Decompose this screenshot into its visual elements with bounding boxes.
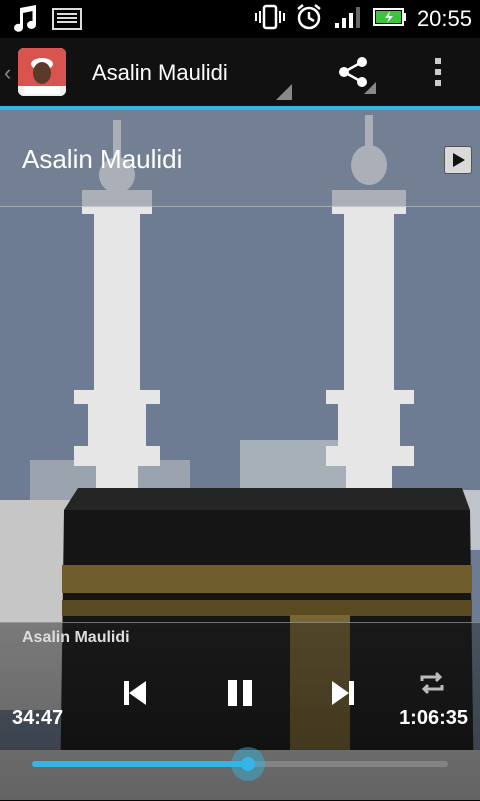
status-time: 20:55 [416,6,472,31]
track-header[interactable]: Asalin Maulidi [0,110,480,207]
status-bar: 20:55 [0,0,480,38]
share-button[interactable] [332,52,376,96]
next-button[interactable] [326,675,362,711]
share-icon [339,57,376,94]
seek-bar[interactable] [32,747,448,781]
play-icon [453,153,465,167]
overflow-menu-icon [435,58,441,86]
overflow-menu-button[interactable] [428,54,448,90]
battery-icon [372,7,407,32]
play-button[interactable] [444,146,472,174]
elapsed-time: 34:47 [12,707,64,729]
previous-button[interactable] [116,675,152,711]
repeat-button[interactable] [414,665,450,701]
alarm-icon [295,3,323,36]
music-note-icon [10,4,40,39]
dropdown-indicator-icon [276,84,292,100]
player-panel: Asalin Maulidi 34:47 1:06:35 [0,622,480,801]
track-title: Asalin Maulidi [22,144,183,174]
player-track-name: Asalin Maulidi [22,629,130,646]
total-time: 1:06:35 [399,707,468,729]
app-icon[interactable] [18,48,66,96]
next-icon [332,681,354,705]
app-title[interactable]: Asalin Maulidi [92,60,228,86]
keyboard-icon [52,7,82,36]
action-bar: ‹ Asalin Maulidi [0,38,480,106]
up-caret-icon[interactable]: ‹ [4,60,11,86]
seek-bar-thumb[interactable] [231,747,266,781]
repeat-icon [420,671,444,695]
previous-icon [124,681,146,705]
pause-icon [228,680,252,706]
seek-bar-progress [32,761,249,767]
pause-button[interactable] [222,675,258,711]
vibrate-icon [254,4,285,35]
signal-icon [333,5,363,34]
